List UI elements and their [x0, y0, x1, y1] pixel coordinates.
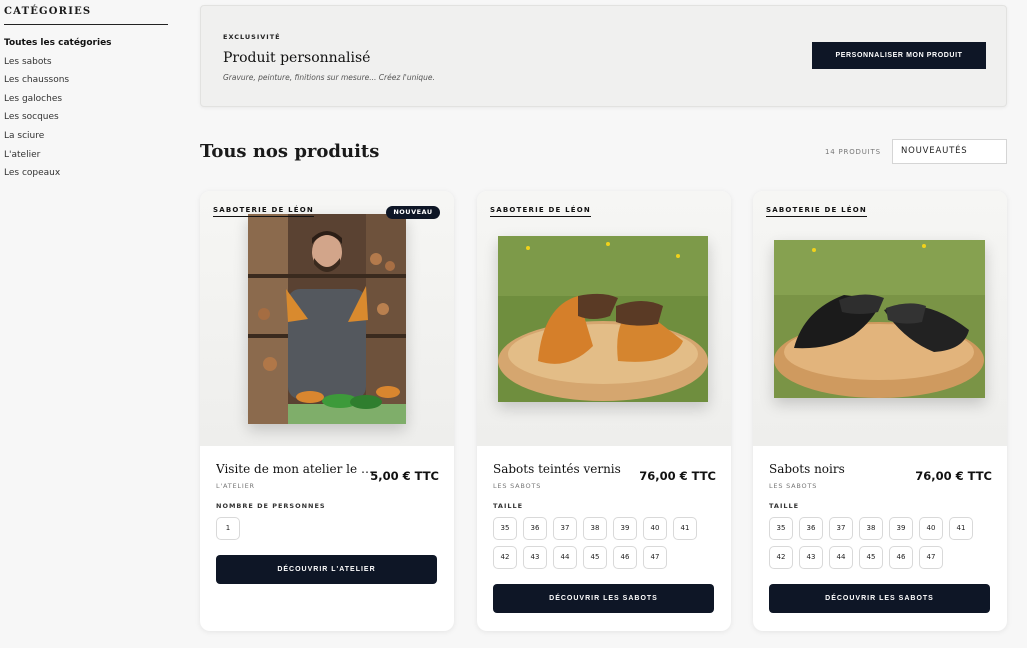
category-list: Toutes les catégories Les sabots Les cha… [4, 36, 168, 185]
product-category: LES SABOTS [493, 482, 542, 490]
product-image-artisan [248, 214, 406, 424]
product-image-black-clogs [774, 240, 985, 398]
option-label: TAILLE [493, 502, 524, 510]
product-name[interactable]: Sabots teintés vernis [493, 462, 621, 476]
product-name[interactable]: Visite de mon atelier le ma… [216, 462, 374, 476]
product-price: 76,00 € TTC [639, 469, 716, 483]
option-label: TAILLE [769, 502, 800, 510]
discover-workshop-button[interactable]: DÉCOUVRIR L'ATELIER [216, 555, 437, 584]
products-section-title: Tous nos produits [200, 141, 380, 162]
size-chip[interactable]: 46 [889, 546, 913, 569]
sidebar-item-all[interactable]: Toutes les catégories [4, 36, 168, 55]
product-price: 76,00 € TTC [915, 469, 992, 483]
custom-product-banner: EXCLUSIVITÉ Produit personnalisé Gravure… [200, 5, 1007, 107]
size-chip[interactable]: 44 [829, 546, 853, 569]
product-price: 5,00 € TTC [370, 469, 439, 483]
product-media [200, 191, 454, 446]
new-badge: NOUVEAU [386, 206, 440, 219]
option-chip[interactable]: 1 [216, 517, 240, 540]
sort-select[interactable]: NOUVEAUTÉS [892, 139, 1007, 164]
product-category: L'ATELIER [216, 482, 255, 490]
categories-sidebar: CATÉGORIES Toutes les catégories Les sab… [4, 0, 168, 185]
size-chip[interactable]: 43 [523, 546, 547, 569]
option-list: 1 [216, 517, 446, 540]
sidebar-item-socques[interactable]: Les socques [4, 110, 168, 129]
product-image-varnished-clogs [498, 236, 708, 402]
size-chip[interactable]: 47 [919, 546, 943, 569]
sidebar-item-sabots[interactable]: Les sabots [4, 55, 168, 74]
size-chip[interactable]: 36 [799, 517, 823, 540]
product-count: 14 PRODUITS [825, 148, 881, 156]
sidebar-item-galoches[interactable]: Les galoches [4, 92, 168, 111]
sidebar-item-copeaux[interactable]: Les copeaux [4, 166, 168, 185]
banner-subtitle: Gravure, peinture, finitions sur mesure.… [223, 73, 435, 82]
brand-label: SABOTERIE DE LÉON [490, 206, 591, 217]
option-label: NOMBRE DE PERSONNES [216, 502, 326, 510]
size-chip[interactable]: 39 [889, 517, 913, 540]
sidebar-item-atelier[interactable]: L'atelier [4, 148, 168, 167]
size-chip[interactable]: 38 [859, 517, 883, 540]
size-list: 35 36 37 38 39 40 41 42 43 44 45 46 47 [493, 517, 723, 569]
watermark-decoration [220, 219, 235, 265]
product-card[interactable]: SABOTERIE DE LÉON NOUVEAU Visite de mon … [200, 191, 454, 631]
size-chip[interactable]: 41 [949, 517, 973, 540]
discover-clogs-button[interactable]: DÉCOUVRIR LES SABOTS [493, 584, 714, 613]
product-card[interactable]: SABOTERIE DE LÉON Sabots noirs 76,00 € T… [753, 191, 1007, 631]
size-chip[interactable]: 41 [673, 517, 697, 540]
product-media [753, 191, 1007, 446]
size-chip[interactable]: 46 [613, 546, 637, 569]
size-list: 35 36 37 38 39 40 41 42 43 44 45 46 47 [769, 517, 999, 569]
size-chip[interactable]: 40 [643, 517, 667, 540]
size-chip[interactable]: 44 [553, 546, 577, 569]
customize-product-button[interactable]: PERSONNALISER MON PRODUIT [812, 42, 986, 69]
sidebar-item-chaussons[interactable]: Les chaussons [4, 73, 168, 92]
discover-clogs-button[interactable]: DÉCOUVRIR LES SABOTS [769, 584, 990, 613]
size-chip[interactable]: 35 [769, 517, 793, 540]
size-chip[interactable]: 40 [919, 517, 943, 540]
size-chip[interactable]: 37 [553, 517, 577, 540]
banner-title: Produit personnalisé [223, 50, 371, 66]
size-chip[interactable]: 42 [493, 546, 517, 569]
brand-label: SABOTERIE DE LÉON [766, 206, 867, 217]
sidebar-item-sciure[interactable]: La sciure [4, 129, 168, 148]
product-category: LES SABOTS [769, 482, 818, 490]
size-chip[interactable]: 36 [523, 517, 547, 540]
sidebar-title: CATÉGORIES [4, 0, 168, 25]
brand-label: SABOTERIE DE LÉON [213, 206, 314, 217]
size-chip[interactable]: 47 [643, 546, 667, 569]
size-chip[interactable]: 39 [613, 517, 637, 540]
size-chip[interactable]: 35 [493, 517, 517, 540]
product-media [477, 191, 731, 446]
size-chip[interactable]: 45 [583, 546, 607, 569]
size-chip[interactable]: 38 [583, 517, 607, 540]
product-name[interactable]: Sabots noirs [769, 462, 845, 476]
product-card[interactable]: SABOTERIE DE LÉON Sabots teintés vernis … [477, 191, 731, 631]
size-chip[interactable]: 37 [829, 517, 853, 540]
size-chip[interactable]: 45 [859, 546, 883, 569]
banner-kicker: EXCLUSIVITÉ [223, 33, 281, 41]
size-chip[interactable]: 42 [769, 546, 793, 569]
size-chip[interactable]: 43 [799, 546, 823, 569]
